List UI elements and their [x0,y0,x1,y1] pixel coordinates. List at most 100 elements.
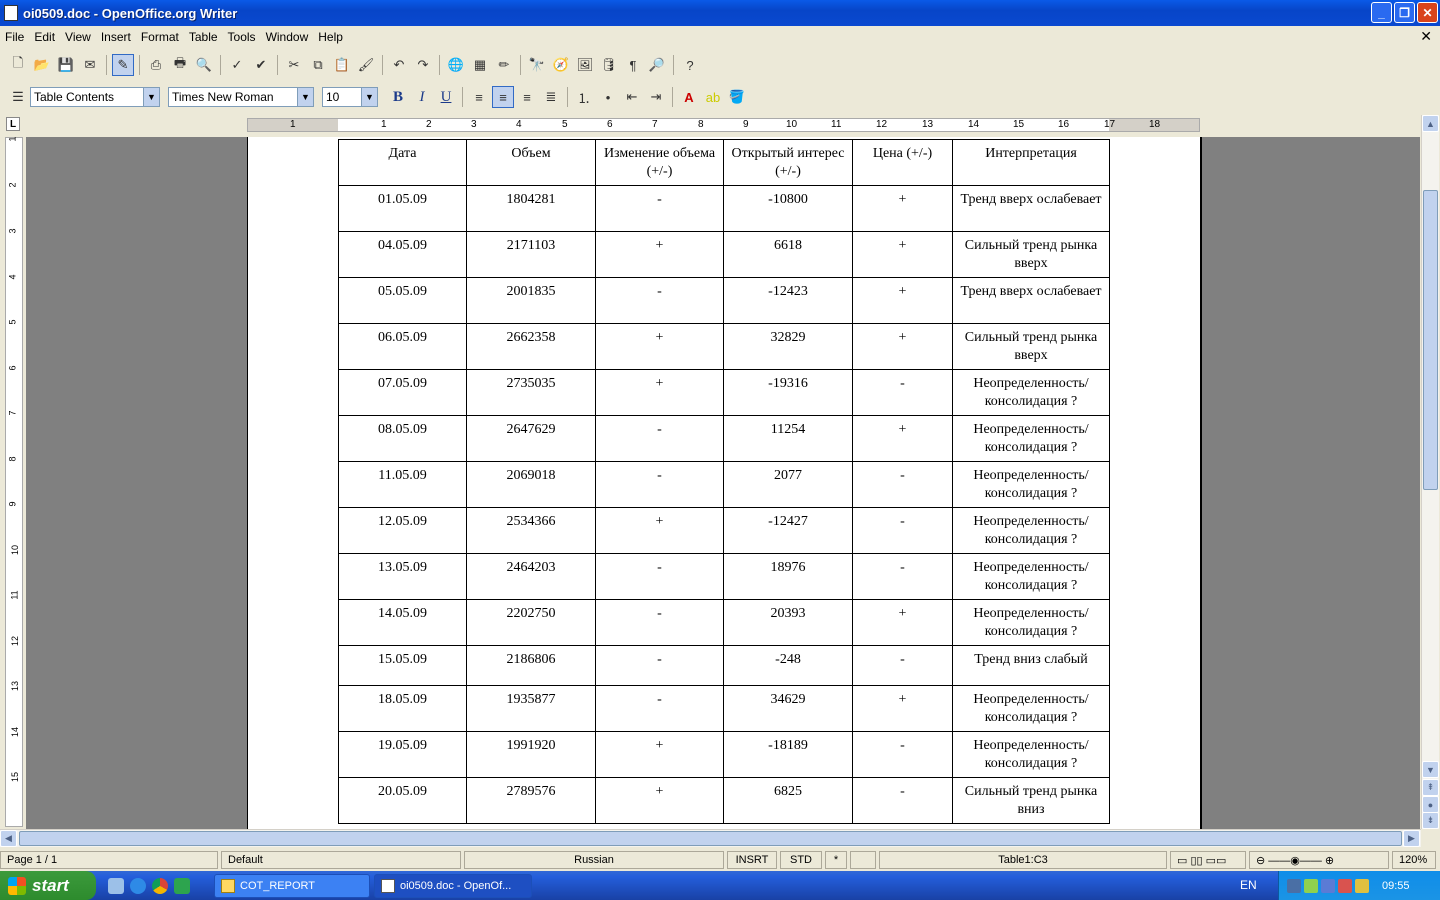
close-window-button[interactable]: ✕ [1417,2,1438,23]
header-open-interest[interactable]: Открытый интерес (+/-) [723,139,853,186]
font-size-dropdown[interactable]: 10 ▼ [322,87,378,107]
menu-insert[interactable]: Insert [96,30,136,44]
status-page-style[interactable]: Default [221,851,461,869]
vertical-ruler[interactable]: 1 2 3 4 5 6 7 8 9 10 11 12 13 14 15 [5,136,23,827]
previous-page-icon[interactable]: ⇞ [1422,779,1439,796]
cell-date[interactable]: 06.05.09 [338,323,467,370]
copy-icon[interactable]: ⧉ [307,54,329,76]
tray-antivirus-icon[interactable] [1338,878,1352,893]
autospellcheck-icon[interactable]: ✔ [250,54,272,76]
cell-open-interest[interactable]: 6825 [723,777,853,824]
font-color-icon[interactable]: A [678,86,700,108]
cell-interpretation[interactable]: Неопределенность/ консолидация ? [952,731,1110,778]
cell-date[interactable]: 07.05.09 [338,369,467,416]
gallery-icon[interactable]: 🖼 [574,54,596,76]
justify-icon[interactable]: ≣ [540,86,562,108]
cell-date[interactable]: 13.05.09 [338,553,467,600]
view-layout-icons[interactable]: ▭ ▯▯ ▭▭ [1170,851,1246,869]
cell-volume-change[interactable]: + [595,731,724,778]
cell-volume[interactable]: 2001835 [466,277,596,324]
cell-interpretation[interactable]: Неопределенность/ консолидация ? [952,415,1110,462]
formatting-marks-icon[interactable]: ¶ [622,54,644,76]
bullets-icon[interactable]: • [597,86,619,108]
cell-date[interactable]: 11.05.09 [338,461,467,508]
cell-volume-change[interactable]: - [595,553,724,600]
cell-interpretation[interactable]: Неопределенность/ консолидация ? [952,685,1110,732]
cell-price[interactable]: - [852,731,953,778]
help-icon[interactable]: ? [679,54,701,76]
cell-interpretation[interactable]: Неопределенность/ консолидация ? [952,369,1110,416]
cell-price[interactable]: - [852,645,953,686]
cell-volume-change[interactable]: - [595,685,724,732]
cell-open-interest[interactable]: 34629 [723,685,853,732]
cut-icon[interactable]: ✂ [283,54,305,76]
next-page-icon[interactable]: ⇟ [1422,812,1439,829]
cell-open-interest[interactable]: 20393 [723,599,853,646]
cell-date[interactable]: 08.05.09 [338,415,467,462]
cell-date[interactable]: 05.05.09 [338,277,467,324]
decrease-indent-icon[interactable]: ⇤ [621,86,643,108]
cell-open-interest[interactable]: -19316 [723,369,853,416]
cell-volume-change[interactable]: - [595,599,724,646]
cell-open-interest[interactable]: 2077 [723,461,853,508]
cell-interpretation[interactable]: Тренд вниз слабый [952,645,1110,686]
cell-open-interest[interactable]: -10800 [723,185,853,232]
align-left-icon[interactable]: ≡ [468,86,490,108]
menu-view[interactable]: View [60,30,96,44]
export-pdf-icon[interactable]: ⎙ [145,54,167,76]
cell-price[interactable]: + [852,277,953,324]
cell-open-interest[interactable]: 18976 [723,553,853,600]
scroll-down-icon[interactable]: ▼ [1422,761,1439,778]
navigation-icon[interactable]: ● [1422,796,1439,813]
cell-date[interactable]: 20.05.09 [338,777,467,824]
status-insert-mode[interactable]: INSRT [727,851,777,869]
minimize-button[interactable]: _ [1371,2,1392,23]
hyperlink-icon[interactable]: 🌐 [445,54,467,76]
data-table[interactable]: Дата Объем Изменение объема (+/-) Открыт… [338,139,1110,824]
cell-interpretation[interactable]: Тренд вверх ослабевает [952,277,1110,324]
chrome-icon[interactable] [152,877,168,894]
cell-price[interactable]: + [852,231,953,278]
cell-price[interactable]: - [852,777,953,824]
tray-shield-icon[interactable] [1304,878,1318,893]
scroll-left-icon[interactable]: ◀ [0,830,17,847]
desktop-icon[interactable] [108,877,124,894]
email-icon[interactable]: ✉ [79,54,101,76]
cell-volume-change[interactable]: - [595,645,724,686]
menu-format[interactable]: Format [136,30,184,44]
cell-date[interactable]: 01.05.09 [338,185,467,232]
cell-volume[interactable]: 2464203 [466,553,596,600]
numbering-icon[interactable]: ⒈ [573,86,595,108]
internet-explorer-icon[interactable] [130,877,146,894]
cell-interpretation[interactable]: Неопределенность/ консолидация ? [952,507,1110,554]
cell-interpretation[interactable]: Тренд вверх ослабевает [952,185,1110,232]
cell-interpretation[interactable]: Сильный тренд рынка вверх [952,323,1110,370]
cell-open-interest[interactable]: -12423 [723,277,853,324]
status-page[interactable]: Page 1 / 1 [0,851,218,869]
cell-price[interactable]: - [852,507,953,554]
cell-open-interest[interactable]: 6618 [723,231,853,278]
increase-indent-icon[interactable]: ⇥ [645,86,667,108]
header-date[interactable]: Дата [338,139,467,186]
horizontal-ruler[interactable]: 1 1 2 3 4 5 6 7 8 9 10 11 12 13 14 15 16… [247,118,1200,132]
cell-date[interactable]: 12.05.09 [338,507,467,554]
cell-price[interactable]: - [852,461,953,508]
cell-volume-change[interactable]: + [595,777,724,824]
document-page[interactable]: Дата Объем Изменение объема (+/-) Открыт… [247,137,1202,829]
header-interpretation[interactable]: Интерпретация [952,139,1110,186]
header-volume-change[interactable]: Изменение объема (+/-) [595,139,724,186]
status-signature[interactable] [850,851,876,869]
menu-file[interactable]: File [0,30,29,44]
cell-open-interest[interactable]: 11254 [723,415,853,462]
cell-volume[interactable]: 2735035 [466,369,596,416]
vertical-scrollbar[interactable]: ▲ ▼ ⇞ ● ⇟ [1421,115,1439,829]
cell-interpretation[interactable]: Сильный тренд рынка вниз [952,777,1110,824]
cell-volume-change[interactable]: - [595,461,724,508]
cell-interpretation[interactable]: Неопределенность/ консолидация ? [952,461,1110,508]
tray-network-icon[interactable] [1287,878,1301,893]
scroll-up-icon[interactable]: ▲ [1422,115,1439,132]
cell-price[interactable]: - [852,553,953,600]
zoom-slider[interactable]: ⊖ ——◉—— ⊕ [1249,851,1389,869]
page-preview-icon[interactable]: 🔍 [193,54,215,76]
spellcheck-icon[interactable]: ✓ [226,54,248,76]
